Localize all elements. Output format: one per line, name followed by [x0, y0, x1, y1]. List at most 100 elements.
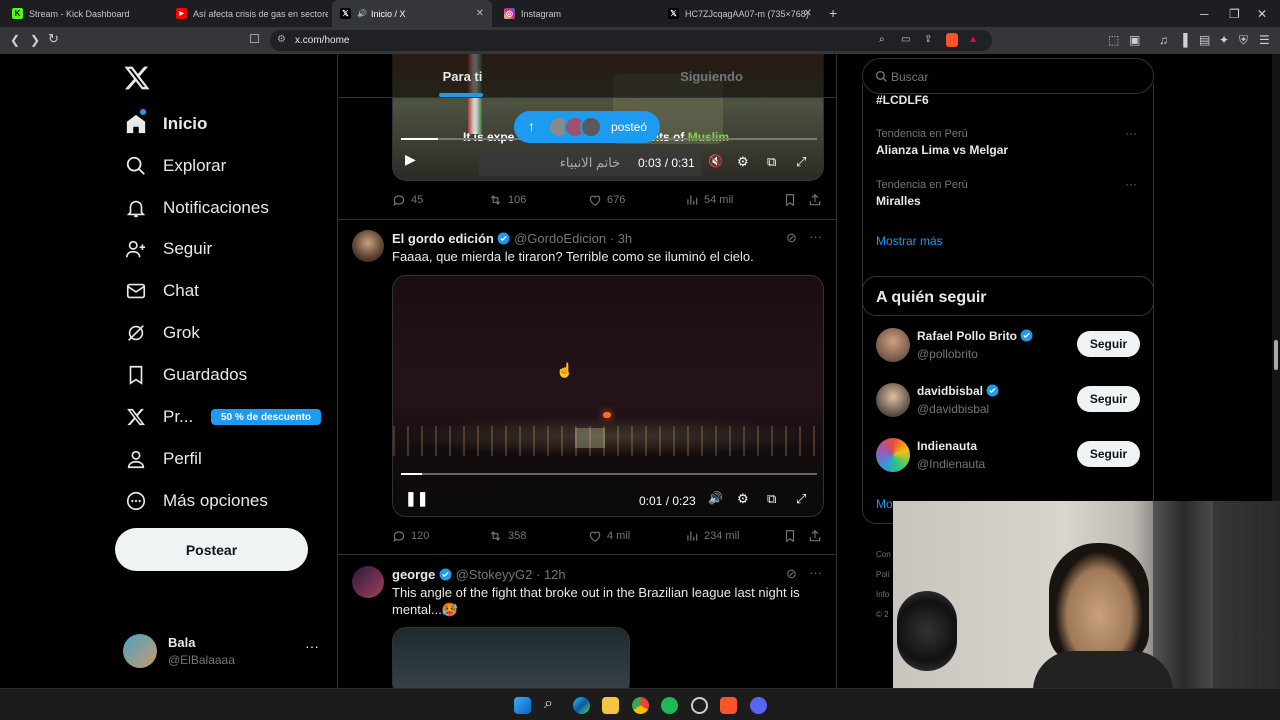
video-player[interactable]: ☝ ❚❚ 0:01 / 0:23 🔊 ⚙ ⧉ ⤢: [392, 275, 824, 517]
edge-icon[interactable]: [573, 697, 590, 714]
vpn-icon[interactable]: ⛨: [1239, 34, 1248, 46]
brave-icon[interactable]: [720, 697, 737, 714]
nav-more-options[interactable]: Más opciones: [125, 486, 268, 516]
media-icon[interactable]: ♫: [1159, 34, 1168, 46]
post-button[interactable]: Postear: [115, 528, 308, 571]
nav-home[interactable]: Inicio: [125, 109, 207, 139]
screenshot-icon[interactable]: ▣: [1129, 34, 1140, 46]
tab-for-you[interactable]: Para ti: [338, 54, 587, 98]
nav-notifications[interactable]: Notificaciones: [125, 193, 269, 223]
sidebar-icon[interactable]: ▐: [1179, 34, 1188, 46]
nav-premium[interactable]: Pr...: [125, 402, 193, 432]
fullscreen-icon[interactable]: ⤢: [796, 154, 806, 170]
share-button[interactable]: [808, 193, 827, 207]
repost-button[interactable]: 106: [488, 193, 526, 207]
follow-button[interactable]: Seguir: [1077, 386, 1140, 412]
avatar[interactable]: [352, 230, 384, 262]
settings-icon[interactable]: ⚙: [737, 154, 749, 170]
author-handle[interactable]: @StokeyyG2: [456, 567, 533, 582]
grok-icon[interactable]: ⊘: [786, 230, 797, 246]
cast-icon[interactable]: ▭: [901, 34, 910, 45]
site-info-icon[interactable]: ⚙: [277, 34, 286, 45]
nav-follow[interactable]: Seguir: [125, 234, 212, 264]
trend-title[interactable]: #LCDLF6: [876, 93, 929, 107]
reply-button[interactable]: 120: [392, 529, 429, 543]
more-dots-icon[interactable]: ···: [809, 229, 822, 244]
scrollbar-thumb[interactable]: [1274, 340, 1278, 370]
show-more-link[interactable]: Mostrar más: [876, 234, 943, 248]
discord-icon[interactable]: [750, 697, 767, 714]
reply-button[interactable]: 45: [392, 193, 423, 207]
nav-profile[interactable]: Perfil: [125, 444, 202, 474]
forward-icon[interactable]: ❯: [30, 34, 40, 46]
views-button[interactable]: 234 mil: [685, 529, 739, 543]
video-progress[interactable]: [401, 473, 817, 475]
bookmark-page-icon[interactable]: ☐: [249, 33, 260, 45]
zoom-icon[interactable]: ⌕: [879, 34, 885, 45]
avatar[interactable]: [352, 566, 384, 598]
browser-tab[interactable]: ◎ Instagram: [496, 0, 656, 27]
like-button[interactable]: 676: [588, 193, 625, 207]
follow-button[interactable]: Seguir: [1077, 441, 1140, 467]
browser-tab[interactable]: ▶ Así afecta crisis de gas en sectores d…: [168, 0, 328, 27]
obs-icon[interactable]: [691, 697, 708, 714]
maximize-icon[interactable]: ❐: [1229, 8, 1240, 20]
leo-ai-icon[interactable]: ✦: [1219, 34, 1229, 46]
tab-following[interactable]: Siguiendo: [587, 54, 836, 98]
reload-icon[interactable]: ↻: [48, 32, 59, 45]
author-name[interactable]: El gordo edición: [392, 231, 494, 246]
brave-shield-icon[interactable]: [946, 33, 958, 47]
account-switcher[interactable]: Bala @ElBalaaaa ···: [123, 632, 333, 672]
close-tab-icon[interactable]: ✕: [476, 8, 484, 19]
user-name[interactable]: Rafael Pollo Brito: [917, 329, 1033, 343]
file-explorer-icon[interactable]: [602, 697, 619, 714]
repost-button[interactable]: 358: [488, 529, 526, 543]
pip-icon[interactable]: ⧉: [767, 154, 776, 170]
avatar[interactable]: [876, 383, 910, 417]
back-icon[interactable]: ❮: [10, 34, 20, 46]
more-dots-icon[interactable]: ···: [809, 565, 822, 580]
premium-discount-badge[interactable]: 50 % de descuento: [211, 409, 321, 425]
extensions-icon[interactable]: ⬚: [1108, 34, 1119, 46]
author-handle[interactable]: @GordoEdicion: [514, 231, 606, 246]
windows-start-icon[interactable]: [514, 697, 531, 714]
views-button[interactable]: 54 mil: [685, 193, 733, 207]
close-tab-icon[interactable]: ✕: [804, 8, 812, 19]
browser-tab[interactable]: K Stream - Kick Dashboard: [4, 0, 166, 27]
trend-title[interactable]: Alianza Lima vs Melgar: [876, 143, 1008, 157]
author-name[interactable]: george: [392, 567, 435, 582]
user-name[interactable]: Indienauta: [917, 439, 977, 453]
avatar[interactable]: [876, 328, 910, 362]
pause-icon[interactable]: ❚❚: [405, 490, 428, 507]
spotify-icon[interactable]: [661, 697, 678, 714]
settings-icon[interactable]: ⚙: [737, 491, 749, 507]
grok-icon[interactable]: ⊘: [786, 566, 797, 582]
nav-bookmarks[interactable]: Guardados: [125, 360, 247, 390]
new-tab-button[interactable]: +: [829, 6, 837, 20]
like-button[interactable]: 4 mil: [588, 529, 630, 543]
share-icon[interactable]: ⇪: [924, 34, 932, 45]
nav-grok[interactable]: Grok: [125, 318, 200, 348]
bookmark-button[interactable]: [783, 529, 802, 543]
x-logo-icon[interactable]: [123, 64, 151, 92]
chrome-icon[interactable]: [632, 697, 649, 714]
nav-explore[interactable]: Explorar: [125, 151, 226, 181]
follow-button[interactable]: Seguir: [1077, 331, 1140, 357]
pip-icon[interactable]: ⧉: [767, 491, 776, 507]
play-icon[interactable]: ▶: [405, 151, 416, 168]
user-name[interactable]: davidbisbal: [917, 384, 999, 398]
tweet-time[interactable]: · 12h: [536, 567, 566, 582]
more-dots-icon[interactable]: ···: [1125, 177, 1137, 191]
trend-title[interactable]: Miralles: [876, 194, 921, 208]
close-window-icon[interactable]: ✕: [1257, 8, 1267, 20]
tweet-time[interactable]: · 3h: [610, 231, 632, 246]
minimize-icon[interactable]: ─: [1200, 8, 1209, 20]
bookmark-button[interactable]: [783, 193, 802, 207]
more-dots-icon[interactable]: ···: [1125, 126, 1137, 140]
share-button[interactable]: [808, 529, 827, 543]
tweet-media[interactable]: [392, 627, 630, 688]
browser-tab-active[interactable]: 𝕏 🔊 Inicio / X ✕: [332, 0, 492, 27]
search-icon[interactable]: ⌕: [544, 695, 553, 713]
wallet-icon[interactable]: ▤: [1199, 34, 1210, 46]
menu-icon[interactable]: ☰: [1259, 34, 1270, 46]
